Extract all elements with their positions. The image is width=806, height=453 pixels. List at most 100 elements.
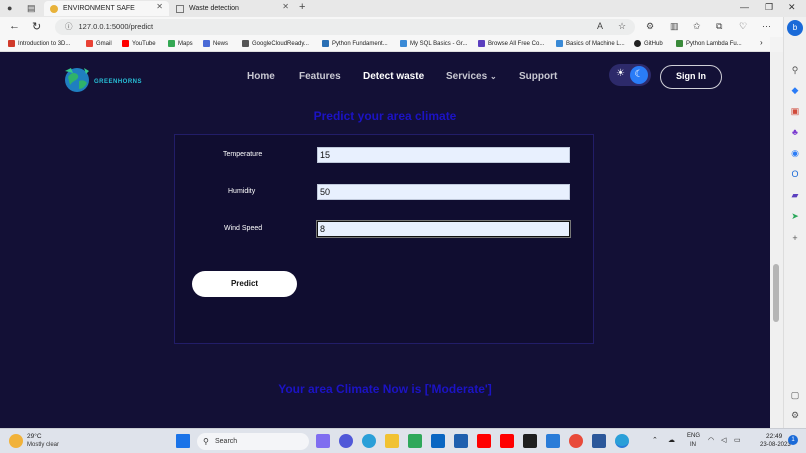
office-icon[interactable]: ◉ xyxy=(789,147,801,159)
search-icon: ⚲ xyxy=(203,437,209,446)
bookmark-item[interactable]: YouTube xyxy=(122,40,156,47)
close-tab-icon[interactable]: ✕ xyxy=(156,2,163,11)
copilot-app-icon[interactable] xyxy=(316,434,330,448)
start-windows-icon[interactable] xyxy=(176,434,190,448)
sign-in-button[interactable]: Sign In xyxy=(660,65,722,89)
bookmark-item[interactable]: News xyxy=(203,40,228,47)
read-aloud-icon[interactable]: A xyxy=(597,21,603,31)
favorites-icon[interactable]: ✩ xyxy=(693,21,701,32)
bookmark-item[interactable]: GitHub xyxy=(634,40,663,47)
climate-result: Your area Climate Now is ['Moderate'] xyxy=(278,382,492,396)
bookmark-item[interactable]: Python Lambda Fu... xyxy=(676,40,742,47)
temperature-input[interactable] xyxy=(317,147,570,163)
nav-features[interactable]: Features xyxy=(299,71,341,82)
bookmark-item[interactable]: Maps xyxy=(168,40,193,47)
more-bookmarks-chevron-icon[interactable]: › xyxy=(760,38,763,47)
app-icon[interactable] xyxy=(454,434,468,448)
vscode-icon[interactable] xyxy=(546,434,560,448)
file-explorer-icon[interactable] xyxy=(385,434,399,448)
volume-icon[interactable]: ◁ xyxy=(721,436,726,444)
sidebar-layout-icon[interactable]: ▢ xyxy=(789,389,801,401)
close-tab-icon[interactable]: ✕ xyxy=(282,2,289,11)
tab-environment-safe[interactable]: ENVIRONMENT SAFE ✕ xyxy=(44,1,169,16)
predict-button[interactable]: Predict xyxy=(192,271,297,297)
refresh-icon[interactable]: ↻ xyxy=(32,20,41,33)
nav-detect-waste[interactable]: Detect waste xyxy=(363,71,424,82)
profile-icon[interactable]: ● xyxy=(7,3,12,13)
edge-active-icon[interactable] xyxy=(615,434,629,448)
tab-waste-detection[interactable]: Waste detection ✕ xyxy=(170,1,295,16)
bookmark-item[interactable]: GoogleCloudReady... xyxy=(242,40,309,47)
notification-icon[interactable]: 1 xyxy=(788,435,798,445)
shopping-tag-icon[interactable]: ◆ xyxy=(789,84,801,96)
theme-toggle[interactable]: ☀ ☾ xyxy=(609,64,651,86)
nav-support[interactable]: Support xyxy=(519,71,557,82)
browser-essentials-icon[interactable]: ♡ xyxy=(739,21,747,32)
word-icon[interactable] xyxy=(592,434,606,448)
globe-logo-icon[interactable] xyxy=(62,65,92,95)
split-screen-icon[interactable]: ▥ xyxy=(670,21,679,32)
drop-icon[interactable]: ▰ xyxy=(789,189,801,201)
sun-icon: ☀ xyxy=(616,68,625,79)
taskbar-search[interactable]: ⚲ Search xyxy=(197,433,309,450)
linkedin-icon[interactable] xyxy=(431,434,445,448)
battery-icon[interactable]: ▭ xyxy=(734,436,741,444)
settings-gear-icon[interactable]: ⚙ xyxy=(789,409,801,421)
page-scrollbar[interactable] xyxy=(770,52,783,428)
scrollbar-thumb[interactable] xyxy=(773,264,779,322)
teams-chat-icon[interactable] xyxy=(339,434,353,448)
language-region[interactable]: IN xyxy=(690,442,696,448)
more-menu-icon[interactable]: ⋯ xyxy=(762,21,771,32)
cloud-icon[interactable]: ☁ xyxy=(668,436,675,444)
nav-home[interactable]: Home xyxy=(247,71,275,82)
bookmark-item[interactable]: Gmail xyxy=(86,40,112,47)
copilot-icon[interactable]: b xyxy=(787,20,803,36)
weather-description[interactable]: Mostly clear xyxy=(27,442,59,448)
wifi-icon[interactable]: ◠ xyxy=(708,436,714,444)
page-title: Predict your area climate xyxy=(313,109,457,123)
language-indicator[interactable]: ENG xyxy=(687,433,700,439)
send-icon[interactable]: ➤ xyxy=(789,210,801,222)
youtube-app-icon[interactable] xyxy=(500,434,514,448)
bookmark-item[interactable]: My SQL Basics - Gr... xyxy=(400,40,467,47)
tab-title: ENVIRONMENT SAFE xyxy=(63,5,135,12)
store-icon[interactable] xyxy=(408,434,422,448)
humidity-input[interactable] xyxy=(317,184,570,200)
weather-moon-icon[interactable] xyxy=(9,434,23,448)
news-icon xyxy=(203,40,210,47)
weather-temperature[interactable]: 29°C xyxy=(27,433,42,440)
search-icon[interactable]: ⚲ xyxy=(789,64,801,76)
wind-speed-input[interactable] xyxy=(316,220,571,238)
collections-icon[interactable]: ⧉ xyxy=(716,21,722,32)
tools-icon[interactable]: ▣ xyxy=(789,105,801,117)
url-field[interactable]: ⓘ 127.0.0.1:5000/predict xyxy=(55,19,635,35)
clock-date[interactable]: 23-08-2023 xyxy=(760,442,791,448)
wind-speed-label: Wind Speed xyxy=(224,225,263,232)
gmail-icon xyxy=(86,40,93,47)
new-tab-button[interactable]: + xyxy=(299,1,305,13)
extensions-icon[interactable]: ⚙ xyxy=(646,21,654,32)
nav-services[interactable]: Services ⌄ xyxy=(446,71,497,82)
back-icon[interactable]: ← xyxy=(9,20,20,32)
bookmark-icon xyxy=(676,40,683,47)
restore-icon[interactable]: ❐ xyxy=(765,2,773,13)
minimize-icon[interactable]: — xyxy=(740,2,749,12)
add-icon[interactable]: + xyxy=(789,232,801,244)
logo-text: GREENHORNS xyxy=(94,79,143,85)
bookmark-item[interactable]: Introduction to 3D... xyxy=(8,40,70,47)
clock-time[interactable]: 22:49 xyxy=(766,433,782,440)
bookmark-item[interactable]: Basics of Machine L... xyxy=(556,40,625,47)
games-icon[interactable]: ♣ xyxy=(789,126,801,138)
edge-app-icon[interactable] xyxy=(362,434,376,448)
close-window-icon[interactable]: ✕ xyxy=(788,2,796,13)
outlook-icon[interactable]: O xyxy=(789,168,801,180)
bookmark-item[interactable]: Python Fundament... xyxy=(322,40,388,47)
youtube-app-icon[interactable] xyxy=(477,434,491,448)
bookmark-item[interactable]: Browse All Free Co... xyxy=(478,40,544,47)
workspaces-icon[interactable]: ▤ xyxy=(27,3,36,14)
address-bar-row: ← ↻ ⓘ 127.0.0.1:5000/predict A ☆ ⚙ ▥ ✩ ⧉ … xyxy=(0,17,806,37)
chevron-up-icon[interactable]: ⌃ xyxy=(652,436,658,444)
terminal-icon[interactable] xyxy=(523,434,537,448)
chrome-icon[interactable] xyxy=(569,434,583,448)
favorite-star-icon[interactable]: ☆ xyxy=(618,21,626,32)
